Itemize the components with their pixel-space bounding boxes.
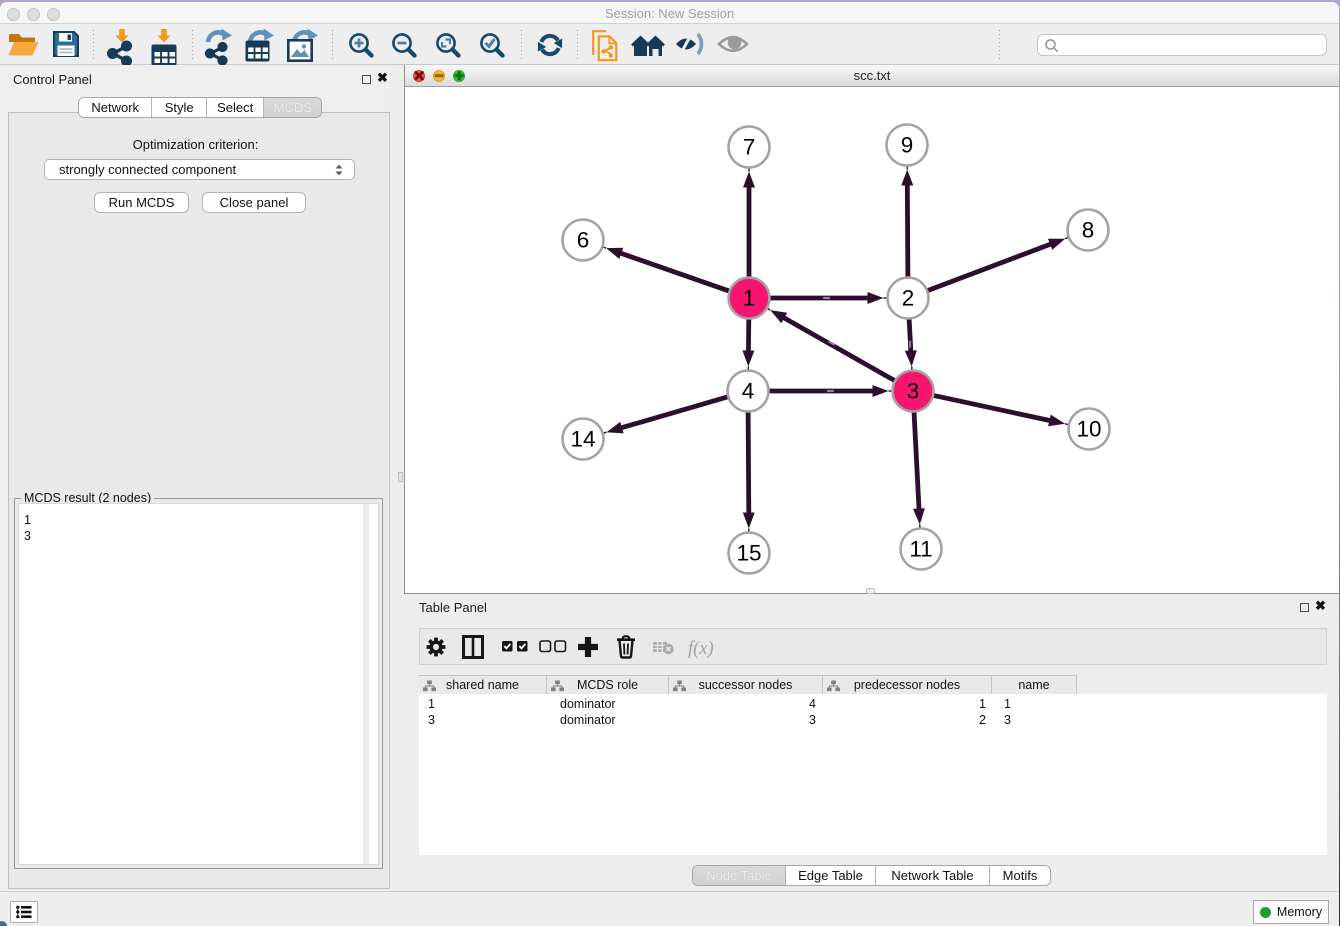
svg-text:15: 15 [736, 541, 761, 566]
svg-text:6: 6 [577, 228, 590, 253]
svg-text:3: 3 [907, 379, 920, 404]
svg-text:4: 4 [742, 379, 755, 404]
svg-text:1: 1 [743, 286, 756, 311]
svg-text:2: 2 [902, 286, 915, 311]
svg-text:8: 8 [1082, 218, 1095, 243]
svg-text:f(x): f(x) [688, 639, 714, 659]
svg-text:9: 9 [901, 133, 914, 158]
svg-text:11: 11 [909, 537, 932, 562]
svg-text:14: 14 [570, 427, 595, 452]
svg-text:7: 7 [743, 135, 756, 160]
svg-text:10: 10 [1076, 417, 1101, 442]
